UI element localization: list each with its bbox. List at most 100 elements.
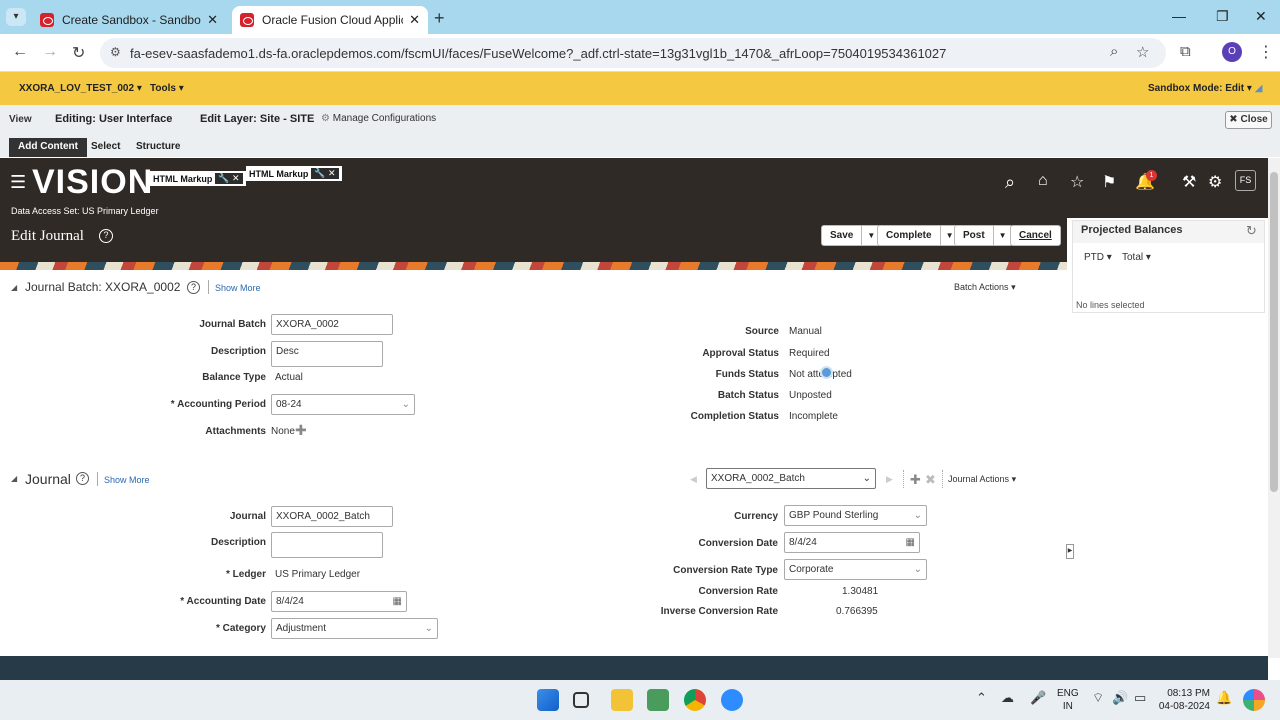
journal-actions-label: Journal Actions: [948, 474, 1010, 484]
currency-select[interactable]: GBP Pound Sterling ⌄: [784, 505, 927, 526]
inverse-conversion-rate-value: 0.766395: [836, 606, 878, 617]
journal-name-value: XXORA_0002_Batch: [276, 511, 370, 522]
manage-configurations-link[interactable]: ⚙ Manage Configurations: [321, 113, 436, 124]
refresh-icon[interactable]: ↻: [1246, 223, 1257, 239]
back-icon[interactable]: ←: [12, 43, 28, 61]
html-markup-component[interactable]: HTML Markup 🔧 ✕: [150, 171, 246, 186]
html-markup-component[interactable]: HTML Markup 🔧 ✕: [246, 166, 342, 181]
reload-icon[interactable]: ↻: [72, 43, 85, 63]
help-icon[interactable]: ?: [99, 229, 113, 243]
cancel-button[interactable]: Cancel: [1010, 225, 1061, 246]
microphone-icon[interactable]: 🎤: [1030, 690, 1046, 706]
batch-description-textarea[interactable]: Desc: [271, 341, 383, 367]
add-attachment-icon[interactable]: ✚: [295, 422, 307, 439]
save-button[interactable]: Save ▼: [821, 225, 882, 246]
close-composer-button[interactable]: ✖ Close: [1225, 111, 1272, 129]
journal-description-label: Description: [210, 537, 266, 548]
delete-journal-icon[interactable]: ✖: [925, 472, 936, 488]
category-select[interactable]: Adjustment ⌄: [271, 618, 438, 639]
journal-show-more-link[interactable]: Show More: [104, 475, 150, 485]
tab-close-icon[interactable]: ✕: [409, 12, 420, 28]
speaker-icon[interactable]: 🔊: [1112, 690, 1128, 706]
tab-close-icon[interactable]: ✕: [207, 12, 218, 28]
tools-menu[interactable]: Tools ▾: [150, 83, 184, 94]
calendar-icon[interactable]: ▦: [906, 537, 915, 548]
ptd-menu[interactable]: PTD ▾: [1084, 252, 1112, 263]
restore-icon[interactable]: ❐: [1216, 8, 1229, 25]
hamburger-menu-icon[interactable]: ☰: [10, 172, 26, 193]
batch-actions-menu[interactable]: Batch Actions ▾: [954, 282, 1016, 293]
clock[interactable]: 08:13 PM 04-08-2024: [1158, 687, 1210, 713]
wifi-icon[interactable]: ⌔: [1092, 690, 1104, 706]
search-icon[interactable]: ⌕: [1005, 172, 1015, 193]
forward-icon[interactable]: →: [42, 43, 58, 61]
tab-add-content[interactable]: Add Content: [9, 138, 87, 157]
windows-start-icon[interactable]: [537, 689, 559, 711]
wrench-close-icon[interactable]: 🔧 ✕: [215, 173, 243, 184]
accounting-period-select[interactable]: 08-24 ⌄: [271, 394, 415, 415]
task-view-icon[interactable]: [573, 692, 589, 708]
accessibility-icon[interactable]: ⚒: [1182, 172, 1196, 192]
zoom-app-icon[interactable]: [721, 689, 743, 711]
tab-search-icon[interactable]: ▾: [6, 8, 26, 26]
vision-logo[interactable]: VISION: [32, 163, 153, 202]
cloud-icon[interactable]: ☁: [1001, 690, 1014, 706]
app-icon[interactable]: [647, 689, 669, 711]
next-journal-icon[interactable]: ▶: [886, 474, 893, 485]
favorites-star-icon[interactable]: ☆: [1070, 172, 1084, 192]
expand-panel-icon[interactable]: ▶: [1066, 544, 1074, 559]
collapse-triangle-icon[interactable]: ◢: [11, 283, 17, 292]
balance-type-label: Balance Type: [202, 372, 266, 383]
bookmark-star-icon[interactable]: ☆: [1136, 43, 1149, 61]
tab-structure[interactable]: Structure: [127, 138, 189, 157]
journal-name-input[interactable]: XXORA_0002_Batch: [271, 506, 393, 527]
window-close-icon[interactable]: ✕: [1255, 8, 1267, 25]
file-explorer-icon[interactable]: [611, 689, 633, 711]
sandbox-name-menu[interactable]: XXORA_LOV_TEST_002 ▾: [19, 83, 142, 94]
journal-batch-input[interactable]: XXORA_0002: [271, 314, 393, 335]
browser-menu-icon[interactable]: ⋮: [1258, 42, 1274, 62]
new-tab-icon[interactable]: +: [434, 8, 445, 29]
zoom-icon[interactable]: ⌕: [1110, 43, 1118, 60]
home-icon[interactable]: ⌂: [1038, 172, 1048, 190]
total-menu[interactable]: Total ▾: [1122, 252, 1151, 263]
add-journal-icon[interactable]: ✚: [910, 472, 921, 488]
minimize-icon[interactable]: —: [1172, 8, 1186, 24]
journal-description-textarea[interactable]: [271, 532, 383, 558]
post-button[interactable]: Post ▼: [954, 225, 1013, 246]
sandbox-mode-menu[interactable]: Sandbox Mode: Edit ▾ ◢: [1148, 83, 1262, 94]
view-menu[interactable]: View: [9, 114, 32, 125]
site-info-icon[interactable]: ⚙: [110, 45, 121, 59]
address-bar-row: ← → ↻ ⚙ fa-esev-saasfademo1.ds-fa.oracle…: [0, 34, 1280, 72]
notification-bell-icon[interactable]: 🔔: [1216, 690, 1232, 706]
chevron-up-icon[interactable]: ⌃: [976, 690, 987, 706]
complete-button[interactable]: Complete ▼: [877, 225, 960, 246]
browser-tab-active[interactable]: Oracle Fusion Cloud Applicatio... ✕: [232, 6, 428, 34]
watchlist-flag-icon[interactable]: ⚑: [1102, 172, 1116, 192]
wrench-close-icon[interactable]: 🔧 ✕: [311, 168, 339, 179]
help-icon[interactable]: ?: [187, 281, 200, 294]
post-dropdown-icon[interactable]: ▼: [992, 226, 1012, 245]
scrollbar-thumb[interactable]: [1270, 172, 1278, 492]
conversion-rate-type-select[interactable]: Corporate ⌄: [784, 559, 927, 580]
language-indicator[interactable]: ENG IN: [1057, 687, 1079, 713]
settings-tools-icon[interactable]: ⚙: [1208, 172, 1222, 192]
accounting-date-input[interactable]: 8/4/24 ▦: [271, 591, 407, 612]
user-initials-avatar[interactable]: FS: [1235, 170, 1256, 191]
journal-selector[interactable]: XXORA_0002_Batch ⌄: [706, 468, 876, 489]
calendar-icon[interactable]: ▦: [393, 596, 402, 607]
chrome-icon[interactable]: [684, 689, 706, 711]
previous-journal-icon[interactable]: ◀: [690, 474, 697, 485]
journal-actions-menu[interactable]: Journal Actions ▾: [948, 474, 1016, 485]
extensions-icon[interactable]: ⧉: [1180, 43, 1191, 60]
battery-icon[interactable]: ▭: [1134, 690, 1146, 706]
help-icon[interactable]: ?: [76, 472, 89, 485]
url-input[interactable]: ⚙ fa-esev-saasfademo1.ds-fa.oraclepdemos…: [100, 38, 1166, 68]
copilot-icon[interactable]: [1243, 689, 1265, 711]
browser-tab[interactable]: Create Sandbox - Sandboxes - ... ✕: [32, 6, 226, 34]
batch-show-more-link[interactable]: Show More: [215, 283, 261, 293]
conversion-date-input[interactable]: 8/4/24 ▦: [784, 532, 920, 553]
collapse-triangle-icon[interactable]: ◢: [11, 474, 17, 483]
profile-avatar[interactable]: O: [1222, 42, 1242, 62]
tab-select[interactable]: Select: [82, 138, 129, 157]
